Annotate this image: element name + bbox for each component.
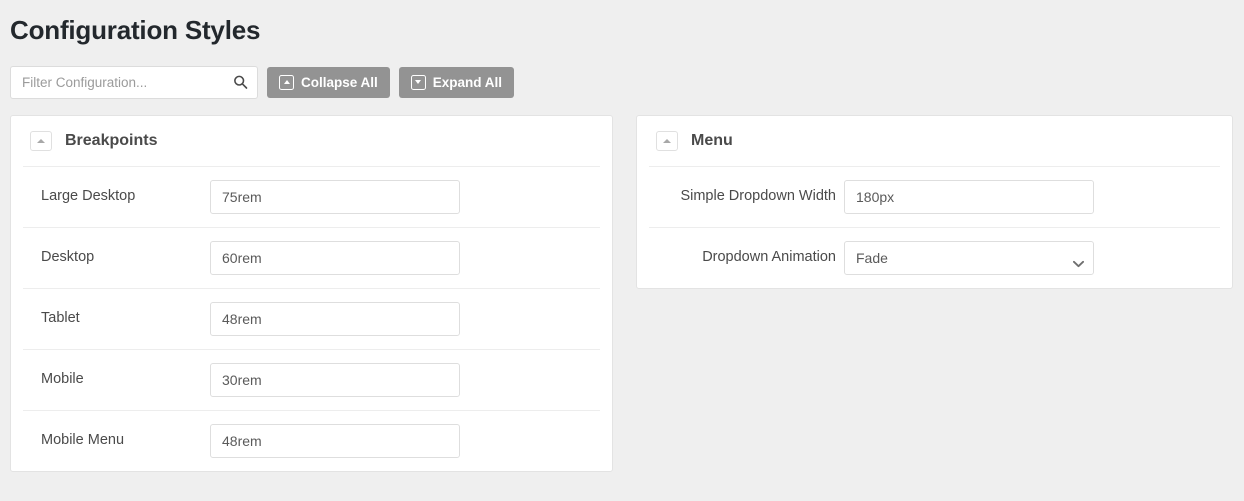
table-row: Mobile Menu	[23, 411, 600, 471]
panel-menu-header: Menu	[637, 116, 1232, 166]
row-label-large-desktop: Large Desktop	[23, 188, 210, 205]
row-label-mobile-menu: Mobile Menu	[23, 432, 210, 449]
table-row: Large Desktop	[23, 167, 600, 228]
table-row: Dropdown Animation	[649, 228, 1220, 288]
expand-square-down-icon	[411, 75, 426, 90]
search-input[interactable]	[11, 67, 257, 98]
table-row: Mobile	[23, 350, 600, 411]
expand-all-label: Expand All	[433, 75, 502, 90]
input-large-desktop[interactable]	[210, 180, 460, 214]
select-dropdown-animation[interactable]	[844, 241, 1094, 275]
row-label-desktop: Desktop	[23, 249, 210, 266]
caret-up-icon	[663, 139, 671, 143]
input-tablet[interactable]	[210, 302, 460, 336]
table-row: Simple Dropdown Width	[649, 167, 1220, 228]
page-title: Configuration Styles	[0, 0, 1244, 48]
panel-breakpoints-toggle[interactable]	[30, 131, 52, 151]
search-icon[interactable]	[233, 75, 248, 90]
panel-menu: Menu Simple Dropdown Width Dropdown Anim…	[636, 115, 1233, 289]
row-label-mobile: Mobile	[23, 371, 210, 388]
input-mobile-menu[interactable]	[210, 424, 460, 458]
collapse-all-label: Collapse All	[301, 75, 378, 90]
panel-menu-toggle[interactable]	[656, 131, 678, 151]
expand-all-button[interactable]: Expand All	[399, 67, 514, 98]
collapse-all-button[interactable]: Collapse All	[267, 67, 390, 98]
row-label-tablet: Tablet	[23, 310, 210, 327]
filter-configuration-field[interactable]	[10, 66, 258, 99]
select-dropdown-animation-value[interactable]	[844, 241, 1094, 275]
row-label-simple-dropdown-width: Simple Dropdown Width	[649, 188, 844, 205]
table-row: Desktop	[23, 228, 600, 289]
input-simple-dropdown-width[interactable]	[844, 180, 1094, 214]
row-label-dropdown-animation: Dropdown Animation	[649, 249, 844, 266]
panel-breakpoints-title: Breakpoints	[65, 132, 157, 150]
input-desktop[interactable]	[210, 241, 460, 275]
panel-menu-title: Menu	[691, 132, 733, 150]
panels-container: Breakpoints Large Desktop Desktop Tablet…	[0, 99, 1244, 472]
panel-breakpoints: Breakpoints Large Desktop Desktop Tablet…	[10, 115, 613, 472]
toolbar: Collapse All Expand All	[0, 48, 1244, 99]
panel-breakpoints-header: Breakpoints	[11, 116, 612, 166]
table-row: Tablet	[23, 289, 600, 350]
caret-up-icon	[37, 139, 45, 143]
collapse-square-up-icon	[279, 75, 294, 90]
input-mobile[interactable]	[210, 363, 460, 397]
